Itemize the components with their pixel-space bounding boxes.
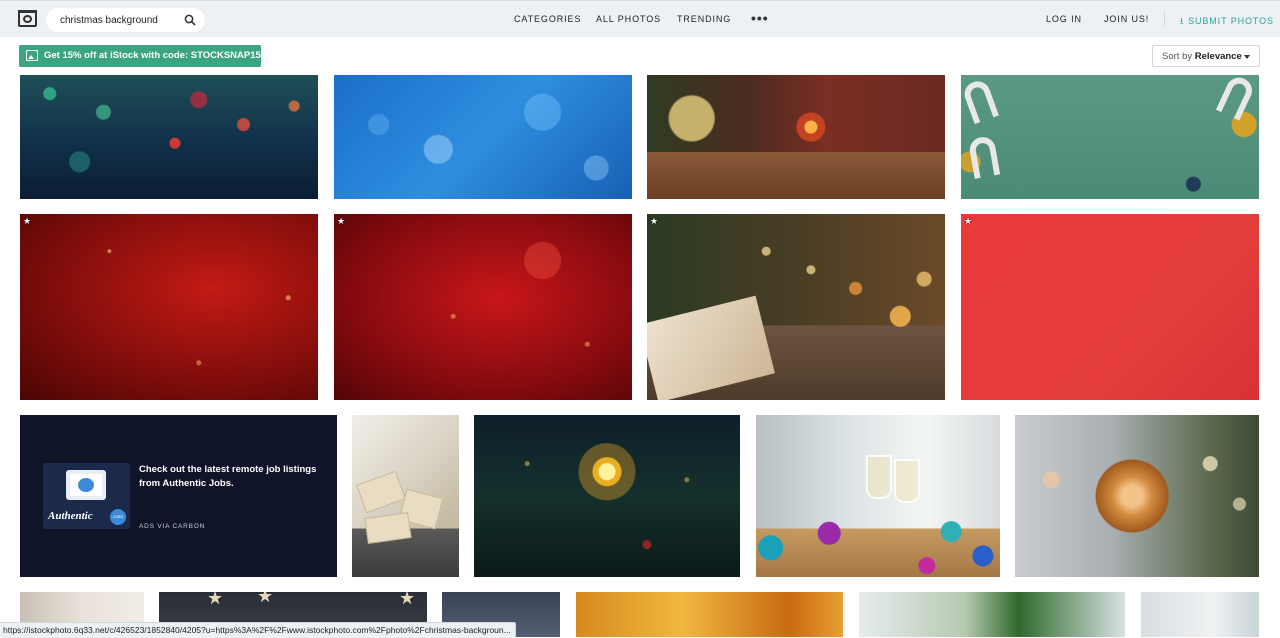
search-input[interactable]	[60, 12, 180, 28]
photo-lantern-tree[interactable]	[474, 415, 740, 577]
top-navigation-bar: CATEGORIES ALL PHOTOS TRENDING ••• LOG I…	[0, 0, 1280, 37]
nav-divider	[1164, 12, 1165, 27]
candy-cane-shape	[967, 135, 1001, 179]
star-ornament-icon: ★	[399, 592, 416, 608]
photo-candy-cane-green[interactable]	[961, 75, 1259, 199]
glass-shape	[894, 459, 920, 503]
join-link[interactable]: JOIN US!	[1104, 14, 1149, 24]
premium-star-icon: ★	[650, 216, 659, 226]
more-menu-icon[interactable]: •••	[751, 10, 769, 26]
photo-red-bokeh-1[interactable]: ★	[20, 214, 318, 400]
nav-categories[interactable]: CATEGORIES	[514, 14, 581, 24]
photo-partial-6[interactable]	[1141, 592, 1259, 637]
sort-label: Sort by Relevance	[1162, 51, 1242, 62]
image-icon	[26, 50, 38, 61]
login-link[interactable]: LOG IN	[1046, 14, 1082, 24]
photo-gift-bokeh-table[interactable]: ★	[647, 214, 945, 400]
browser-status-url: https://istockphoto.6q33.net/c/426523/18…	[0, 622, 516, 638]
authentic-jobs-ad-image[interactable]: Authentic JOBS	[43, 463, 130, 529]
search-box[interactable]	[46, 8, 205, 32]
premium-star-icon: ★	[964, 216, 973, 226]
photo-fireplace-wood-table[interactable]	[647, 75, 945, 199]
search-icon[interactable]	[184, 14, 196, 26]
photo-champagne-ornaments[interactable]	[756, 415, 1000, 577]
carbon-ad[interactable]: Authentic JOBS Check out the latest remo…	[20, 415, 337, 577]
premium-star-icon: ★	[23, 216, 32, 226]
istock-promo-button[interactable]: Get 15% off at iStock with code: STOCKSN…	[19, 45, 273, 67]
photo-partial-4[interactable]	[576, 592, 843, 637]
submit-photos-link[interactable]: ⭳ SUBMIT PHOTOS	[1180, 14, 1274, 30]
photo-gold-ornament-tree[interactable]	[1015, 415, 1259, 577]
candy-cane-shape	[961, 77, 1000, 125]
sort-value: Relevance	[1194, 51, 1242, 62]
gift-box-shape	[364, 512, 412, 544]
ad-badge: JOBS	[110, 509, 126, 525]
ad-logo-text: Authentic	[48, 510, 93, 522]
ad-via-label[interactable]: ADS VIA CARBON	[139, 523, 205, 530]
gift-box-shape	[647, 295, 775, 400]
camera-logo-icon[interactable]	[18, 10, 37, 27]
photo-red-bokeh-2[interactable]: ★	[334, 214, 632, 400]
gift-box-shape	[356, 470, 406, 514]
nav-all-photos[interactable]: ALL PHOTOS	[596, 14, 661, 24]
submit-photos-label: SUBMIT PHOTOS	[1188, 16, 1274, 26]
monitor-icon	[66, 470, 106, 500]
upload-icon: ⭳	[1180, 16, 1185, 26]
photo-teal-red-bokeh[interactable]	[20, 75, 318, 199]
photo-wrapped-gifts-pine[interactable]	[352, 415, 459, 577]
photo-partial-5[interactable]	[859, 592, 1125, 637]
photo-plain-red[interactable]: ★	[961, 214, 1259, 400]
sort-dropdown[interactable]: Sort by Relevance	[1152, 45, 1260, 67]
premium-star-icon: ★	[337, 216, 346, 226]
star-ornament-icon: ★	[257, 592, 274, 606]
photo-blue-snowflake-bokeh[interactable]	[334, 75, 632, 199]
nav-trending[interactable]: TRENDING	[677, 14, 731, 24]
glass-shape	[866, 455, 892, 499]
candy-cane-shape	[1215, 75, 1257, 121]
star-ornament-icon: ★	[207, 592, 224, 608]
promo-text: Get 15% off at iStock with code: STOCKSN…	[44, 50, 273, 61]
ad-headline[interactable]: Check out the latest remote job listings…	[139, 463, 324, 491]
chevron-down-icon	[1244, 55, 1250, 59]
